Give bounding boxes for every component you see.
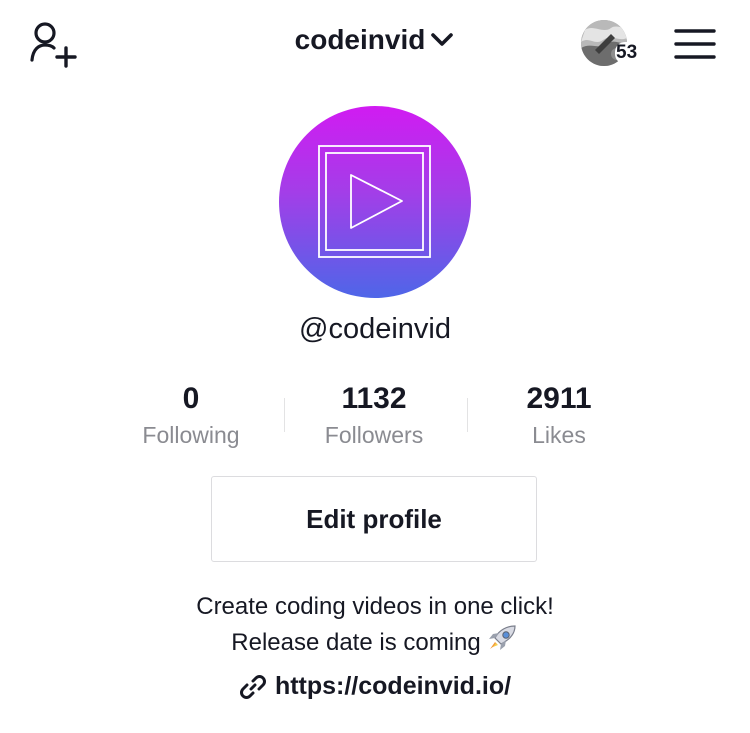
following-label: Following bbox=[142, 422, 240, 448]
inbox-notification-button[interactable]: 53 bbox=[581, 20, 645, 70]
username-title: codeinvid bbox=[294, 24, 426, 55]
username-dropdown[interactable]: codeinvid bbox=[255, 24, 495, 56]
stat-following[interactable]: 0 Following bbox=[101, 380, 281, 451]
add-user-icon bbox=[30, 22, 77, 68]
add-friend-button[interactable] bbox=[28, 20, 82, 70]
profile-link-row: https://codeinvid.io/ bbox=[0, 672, 750, 701]
bio-line-1: Create coding videos in one click! bbox=[196, 593, 554, 620]
top-bar: codeinvid 53 bbox=[0, 0, 750, 90]
stat-divider bbox=[467, 398, 468, 432]
rocket-icon bbox=[488, 625, 516, 650]
menu-button[interactable] bbox=[674, 26, 716, 62]
profile-url-link[interactable]: https://codeinvid.io/ bbox=[275, 672, 511, 700]
likes-label: Likes bbox=[532, 422, 586, 448]
bio-line-2: Release date is coming bbox=[231, 629, 481, 656]
play-button-icon bbox=[318, 145, 431, 258]
profile-handle: @codeinvid bbox=[299, 313, 451, 345]
likes-count: 2911 bbox=[526, 382, 592, 415]
stat-followers[interactable]: 1132 Followers bbox=[284, 380, 464, 451]
following-count: 0 bbox=[182, 382, 200, 415]
edit-profile-button[interactable]: Edit profile bbox=[211, 476, 537, 562]
link-icon bbox=[239, 674, 266, 699]
bio-line-2-wrap: Release date is coming bbox=[0, 624, 750, 660]
followers-label: Followers bbox=[324, 422, 424, 448]
chevron-down-icon bbox=[431, 33, 454, 46]
stat-likes[interactable]: 2911 Likes bbox=[469, 380, 649, 451]
followers-count: 1132 bbox=[341, 382, 407, 415]
notification-count-badge: 53 bbox=[615, 42, 639, 64]
profile-bio: Create coding videos in one click! Relea… bbox=[0, 590, 750, 660]
profile-avatar[interactable] bbox=[279, 106, 471, 298]
hamburger-menu-icon bbox=[674, 29, 716, 59]
